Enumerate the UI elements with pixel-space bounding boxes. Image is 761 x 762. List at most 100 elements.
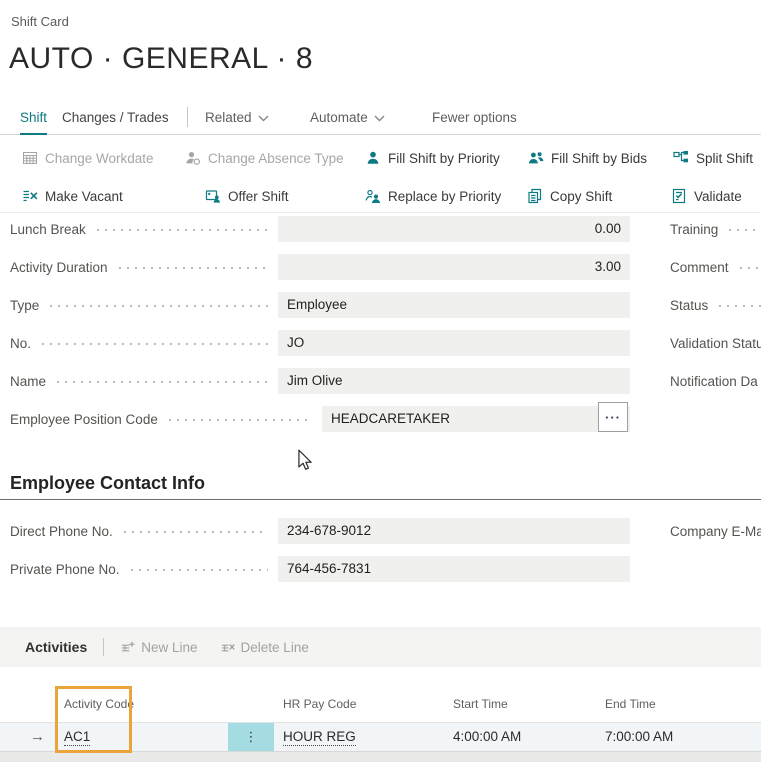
activity-duration-label: Activity Duration <box>10 260 108 275</box>
validate-label: Validate <box>694 189 742 204</box>
field-row-private-phone: Private Phone No. 764-456-7831 <box>10 556 630 582</box>
field-row-no: No. JO <box>10 330 630 356</box>
section-divider <box>0 499 761 500</box>
field-row-status: Status <box>670 292 761 318</box>
field-row-type: Type Employee <box>10 292 630 318</box>
employee-position-code-field[interactable]: HEADCARETAKER <box>322 406 630 432</box>
change-workdate-button[interactable]: Change Workdate <box>22 146 154 170</box>
make-vacant-label: Make Vacant <box>45 189 123 204</box>
chevron-down-icon <box>258 110 269 125</box>
new-line-button[interactable]: New Line <box>120 640 197 655</box>
end-time-cell[interactable]: 7:00:00 AM <box>605 723 673 751</box>
column-header-hr-pay-code[interactable]: HR Pay Code <box>283 697 356 717</box>
tab-fewer-options[interactable]: Fewer options <box>432 108 517 133</box>
tab-shift[interactable]: Shift <box>20 108 47 135</box>
replace-by-priority-button[interactable]: Replace by Priority <box>365 184 501 208</box>
absence-person-icon <box>185 150 201 166</box>
private-phone-field[interactable]: 764-456-7831 <box>278 556 630 582</box>
field-row-training: Training <box>670 216 761 242</box>
dotted-leader <box>121 529 268 533</box>
new-line-icon <box>120 640 135 655</box>
delete-line-icon <box>220 640 235 655</box>
dotted-leader <box>39 341 268 345</box>
make-vacant-icon <box>22 188 38 204</box>
table-row[interactable]: → AC1 ⋮ HOUR REG 4:00:00 AM 7:00:00 AM <box>0 722 761 752</box>
delete-line-button[interactable]: Delete Line <box>220 640 309 655</box>
activities-header-bar: Activities New Line Delete Line <box>0 627 761 667</box>
fill-shift-by-priority-label: Fill Shift by Priority <box>388 151 500 166</box>
training-label: Training <box>670 222 718 237</box>
hr-pay-code-cell[interactable]: HOUR REG <box>283 723 356 751</box>
split-icon <box>673 150 689 166</box>
field-row-direct-phone: Direct Phone No. 234-678-9012 <box>10 518 630 544</box>
tab-related-label: Related <box>205 110 252 125</box>
replace-people-icon <box>365 188 381 204</box>
no-field[interactable]: JO <box>278 330 630 356</box>
column-header-end-time[interactable]: End Time <box>605 697 656 717</box>
make-vacant-button[interactable]: Make Vacant <box>22 184 123 208</box>
change-absence-type-label: Change Absence Type <box>208 151 344 166</box>
fill-shift-by-bids-button[interactable]: Fill Shift by Bids <box>528 146 647 170</box>
lunch-break-label: Lunch Break <box>10 222 86 237</box>
validation-status-label: Validation Statu <box>670 336 761 351</box>
split-shift-label: Split Shift <box>696 151 753 166</box>
dotted-leader <box>128 567 268 571</box>
start-time-cell[interactable]: 4:00:00 AM <box>453 723 521 751</box>
notification-date-label: Notification Da <box>670 374 758 389</box>
activities-title: Activities <box>25 639 87 655</box>
employee-contact-info-heading: Employee Contact Info <box>10 473 205 494</box>
activity-code-value[interactable]: AC1 <box>64 729 90 746</box>
type-label: Type <box>10 298 39 313</box>
calendar-icon <box>22 150 38 166</box>
tab-related[interactable]: Related <box>205 108 269 133</box>
name-label: Name <box>10 374 46 389</box>
offer-shift-icon <box>205 188 221 204</box>
copy-icon <box>527 188 543 204</box>
no-label: No. <box>10 336 31 351</box>
chevron-down-icon <box>374 110 385 125</box>
new-line-label: New Line <box>141 640 197 655</box>
dotted-leader <box>166 417 312 421</box>
validate-button[interactable]: Validate <box>671 184 742 208</box>
direct-phone-field[interactable]: 234-678-9012 <box>278 518 630 544</box>
activities-divider <box>103 638 104 656</box>
field-row-activity-duration: Activity Duration 3.00 <box>10 254 630 280</box>
column-header-activity-code[interactable]: Activity Code <box>64 697 134 717</box>
activity-duration-field[interactable]: 3.00 <box>278 254 630 280</box>
column-header-start-time[interactable]: Start Time <box>453 697 508 717</box>
fill-shift-by-bids-label: Fill Shift by Bids <box>551 151 647 166</box>
field-row-lunch-break: Lunch Break 0.00 <box>10 216 630 242</box>
field-row-company-email: Company E-Ma <box>670 518 761 544</box>
dotted-leader <box>726 227 761 231</box>
person-icon <box>365 150 381 166</box>
fill-shift-by-priority-button[interactable]: Fill Shift by Priority <box>365 146 500 170</box>
activity-code-cell[interactable]: AC1 <box>64 723 90 751</box>
bottom-scroll-strip[interactable] <box>0 752 761 762</box>
name-field[interactable]: Jim Olive <box>278 368 630 394</box>
split-shift-button[interactable]: Split Shift <box>673 146 753 170</box>
hr-pay-code-value[interactable]: HOUR REG <box>283 729 356 746</box>
dotted-leader <box>716 303 761 307</box>
page-caption: Shift Card <box>11 14 69 29</box>
dotted-leader <box>47 303 268 307</box>
type-field[interactable]: Employee <box>278 292 630 318</box>
field-row-name: Name Jim Olive <box>10 368 630 394</box>
row-options-cell[interactable]: ⋮ <box>228 723 274 751</box>
copy-shift-button[interactable]: Copy Shift <box>527 184 612 208</box>
validate-icon <box>671 188 687 204</box>
tab-changes-trades[interactable]: Changes / Trades <box>62 108 169 133</box>
direct-phone-label: Direct Phone No. <box>10 524 113 539</box>
assist-edit-button[interactable]: ··· <box>598 402 628 432</box>
dotted-leader <box>54 379 268 383</box>
tab-automate[interactable]: Automate <box>310 108 385 133</box>
dotted-leader <box>737 265 761 269</box>
page-title: AUTO · GENERAL · 8 <box>9 42 313 76</box>
mouse-cursor <box>296 449 314 474</box>
offer-shift-button[interactable]: Offer Shift <box>205 184 289 208</box>
change-absence-type-button[interactable]: Change Absence Type <box>185 146 344 170</box>
lunch-break-field[interactable]: 0.00 <box>278 216 630 242</box>
copy-shift-label: Copy Shift <box>550 189 612 204</box>
status-label: Status <box>670 298 708 313</box>
field-row-comment: Comment <box>670 254 761 280</box>
employee-position-code-label: Employee Position Code <box>10 412 158 427</box>
